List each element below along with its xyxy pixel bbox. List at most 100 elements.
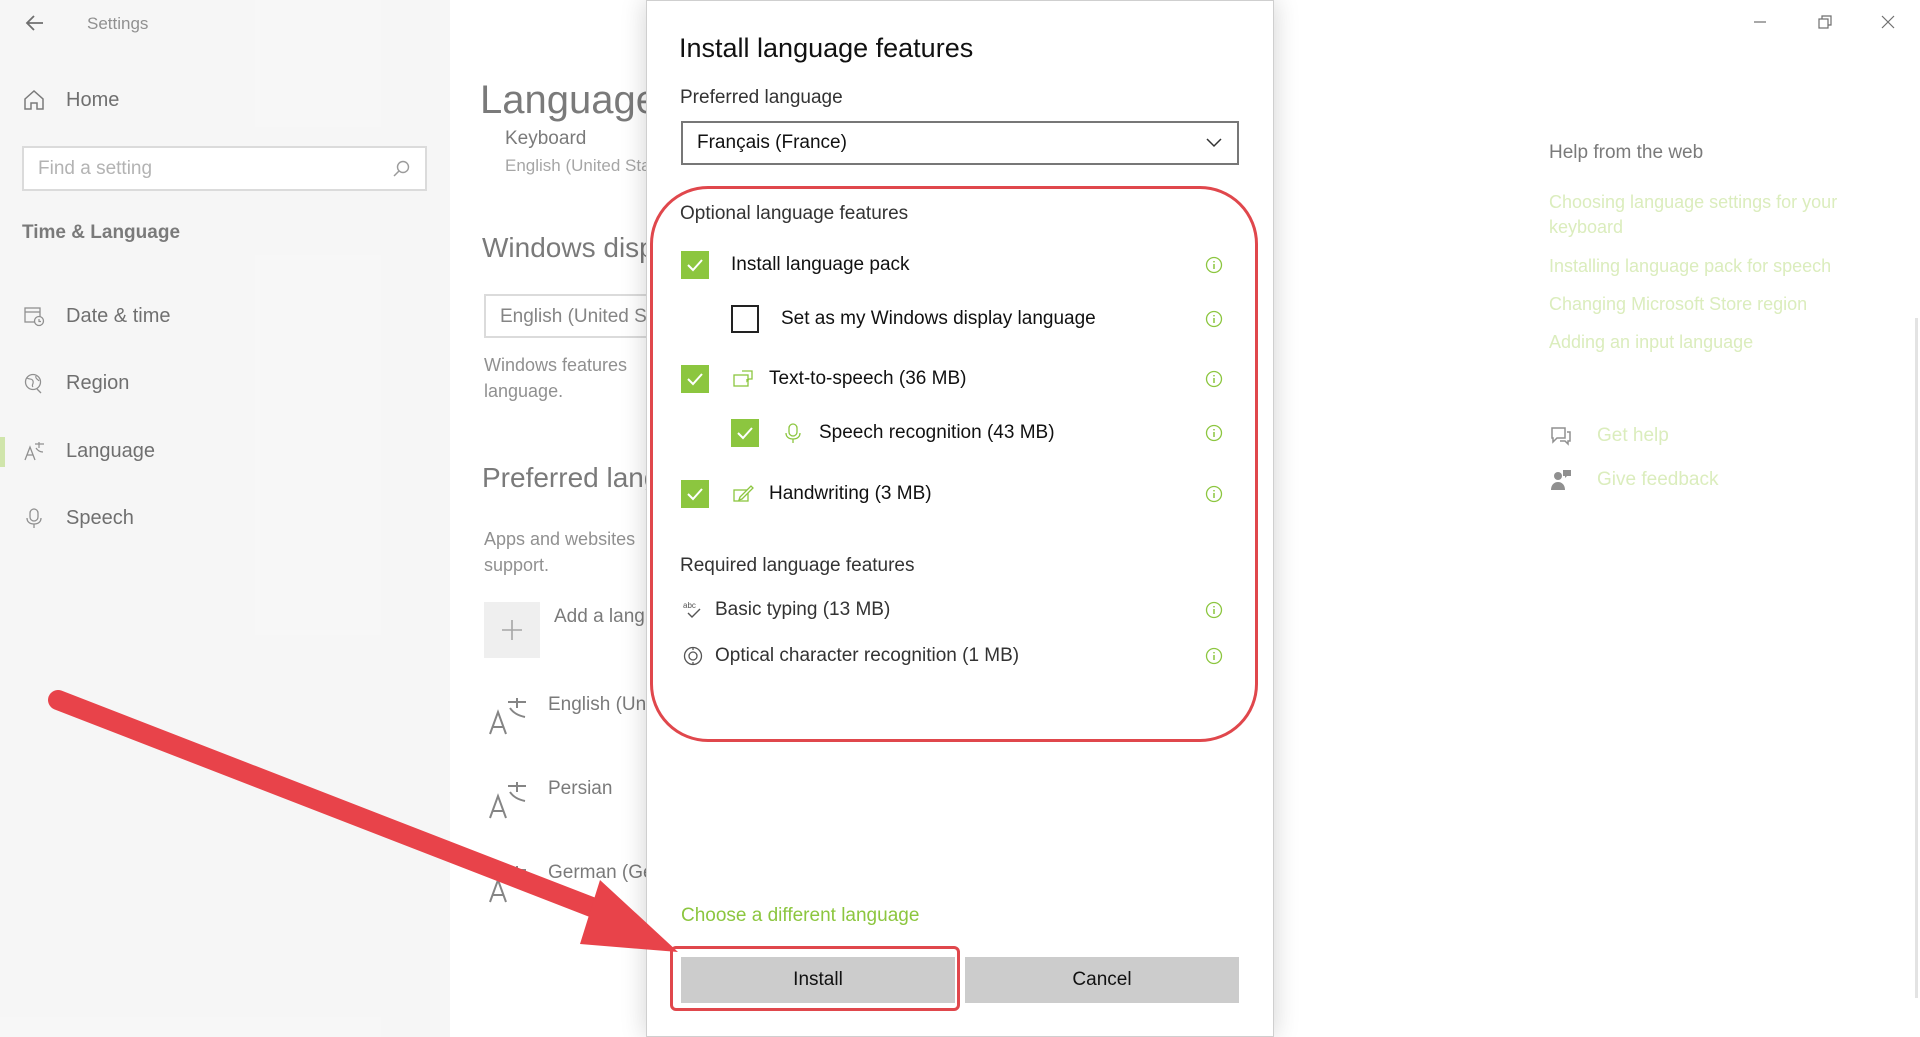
nav-item-label: Language xyxy=(66,439,155,462)
info-icon[interactable] xyxy=(1205,310,1223,328)
restore-button[interactable] xyxy=(1795,0,1855,44)
preferred-language-label: Preferred language xyxy=(680,87,843,108)
keyboard-label: Keyboard xyxy=(505,128,587,149)
option-install-language-pack: Install language pack xyxy=(681,247,1241,283)
nav-item-label: Region xyxy=(66,371,130,394)
app-title: Settings xyxy=(87,14,149,33)
give-feedback-label: Give feedback xyxy=(1597,469,1719,490)
option-text-to-speech: Text-to-speech (36 MB) xyxy=(681,361,1241,397)
language-icon xyxy=(22,439,46,463)
ocr-icon xyxy=(681,644,705,668)
language-item-label: German (Ge xyxy=(548,862,654,883)
language-icon xyxy=(489,782,526,819)
nav-home[interactable]: Home xyxy=(22,88,119,112)
nav-item-label: Date & time xyxy=(66,304,171,327)
restore-icon xyxy=(1818,15,1832,29)
feedback-person-icon xyxy=(1551,470,1571,490)
option-set-display-language: Set as my Windows display language xyxy=(731,301,1241,337)
language-item-label: Persian xyxy=(548,778,613,799)
option-speech-recognition: Speech recognition (43 MB) xyxy=(731,415,1241,451)
home-icon xyxy=(24,89,44,110)
language-item-label: English (Un xyxy=(548,694,647,715)
windows-features-text-line2: language. xyxy=(484,381,564,401)
required-label: Basic typing (13 MB) xyxy=(715,599,891,620)
minimize-button[interactable] xyxy=(1730,0,1790,44)
help-chat-icon xyxy=(1551,427,1571,446)
dialog-title: Install language features xyxy=(679,33,974,63)
help-link-speech[interactable]: Installing language pack for speech xyxy=(1549,254,1879,279)
give-feedback-link[interactable]: Give feedback xyxy=(1549,468,1718,492)
info-icon[interactable] xyxy=(1205,647,1223,665)
pen-icon xyxy=(731,482,755,506)
apps-text-line1: Apps and websites xyxy=(484,529,636,549)
info-icon[interactable] xyxy=(1205,256,1223,274)
scrollbar[interactable] xyxy=(1915,318,1918,998)
option-label: Handwriting (3 MB) xyxy=(769,483,932,504)
speech-bubble-icon xyxy=(731,367,755,391)
minimize-icon xyxy=(1754,21,1766,23)
required-basic-typing: abc Basic typing (13 MB) xyxy=(681,595,1241,625)
abc-check-icon: abc xyxy=(681,598,705,622)
checkbox-speech-recognition[interactable] xyxy=(731,419,759,447)
windows-features-text-line1: Windows features xyxy=(484,355,628,375)
option-label: Set as my Windows display language xyxy=(781,308,1096,329)
checkbox-text-to-speech[interactable] xyxy=(681,365,709,393)
get-help-label: Get help xyxy=(1597,425,1669,446)
nav-item-label: Speech xyxy=(66,506,134,529)
checkmark-icon xyxy=(687,259,703,272)
nav-item-speech[interactable]: Speech xyxy=(0,494,450,542)
chevron-down-icon xyxy=(1206,138,1222,148)
checkmark-icon xyxy=(687,373,703,386)
info-icon[interactable] xyxy=(1205,370,1223,388)
install-button[interactable]: Install xyxy=(681,957,955,1003)
calendar-clock-icon xyxy=(22,304,46,328)
nav-item-date-time[interactable]: Date & time xyxy=(0,292,450,340)
option-label: Install language pack xyxy=(731,254,910,275)
search-icon xyxy=(393,160,410,177)
checkbox-set-display-language[interactable] xyxy=(731,305,759,333)
apps-text-line2: support. xyxy=(484,555,550,575)
plus-icon xyxy=(502,620,522,640)
nav-home-label: Home xyxy=(66,88,120,111)
info-icon[interactable] xyxy=(1205,485,1223,503)
checkbox-handwriting[interactable] xyxy=(681,480,709,508)
close-window-button[interactable] xyxy=(1858,0,1918,44)
back-button[interactable] xyxy=(22,10,48,36)
close-icon xyxy=(1881,15,1895,29)
install-language-dialog: Install language features Preferred lang… xyxy=(646,0,1274,1037)
add-language-label[interactable]: Add a lang xyxy=(554,606,645,628)
checkbox-install-language-pack[interactable] xyxy=(681,251,709,279)
microphone-icon xyxy=(781,421,805,445)
option-handwriting: Handwriting (3 MB) xyxy=(681,476,1241,512)
help-link-keyboard[interactable]: Choosing language settings for your keyb… xyxy=(1549,190,1879,240)
language-icon xyxy=(489,866,526,903)
keyboard-value: English (United Sta xyxy=(505,156,651,175)
add-language-button[interactable] xyxy=(484,602,540,658)
required-ocr: Optical character recognition (1 MB) xyxy=(681,641,1241,671)
required-features-label: Required language features xyxy=(680,555,915,576)
optional-features-label: Optional language features xyxy=(680,203,909,224)
nav-item-region[interactable]: Region xyxy=(0,359,450,407)
globe-icon xyxy=(22,371,46,395)
svg-text:abc: abc xyxy=(683,601,696,610)
info-icon[interactable] xyxy=(1205,601,1223,619)
help-link-store-region[interactable]: Changing Microsoft Store region xyxy=(1549,292,1879,317)
help-title: Help from the web xyxy=(1549,142,1704,163)
preferred-language-value: Français (France) xyxy=(697,132,847,153)
info-icon[interactable] xyxy=(1205,424,1223,442)
windows-display-heading: Windows disp xyxy=(482,232,655,263)
page-title: Language xyxy=(480,78,658,122)
back-arrow-icon xyxy=(25,15,43,31)
cancel-button[interactable]: Cancel xyxy=(965,957,1239,1003)
microphone-icon xyxy=(22,506,46,530)
get-help-link[interactable]: Get help xyxy=(1549,424,1669,448)
search-input[interactable] xyxy=(38,157,391,180)
preferred-language-dropdown[interactable]: Français (France) xyxy=(681,121,1239,165)
nav-item-language[interactable]: Language xyxy=(0,427,450,475)
choose-different-language-link[interactable]: Choose a different language xyxy=(681,905,919,927)
nav-section-title: Time & Language xyxy=(22,222,181,243)
help-link-input-language[interactable]: Adding an input language xyxy=(1549,330,1879,355)
search-box[interactable] xyxy=(22,146,427,191)
language-icon xyxy=(489,698,526,735)
required-label: Optical character recognition (1 MB) xyxy=(715,645,1020,666)
